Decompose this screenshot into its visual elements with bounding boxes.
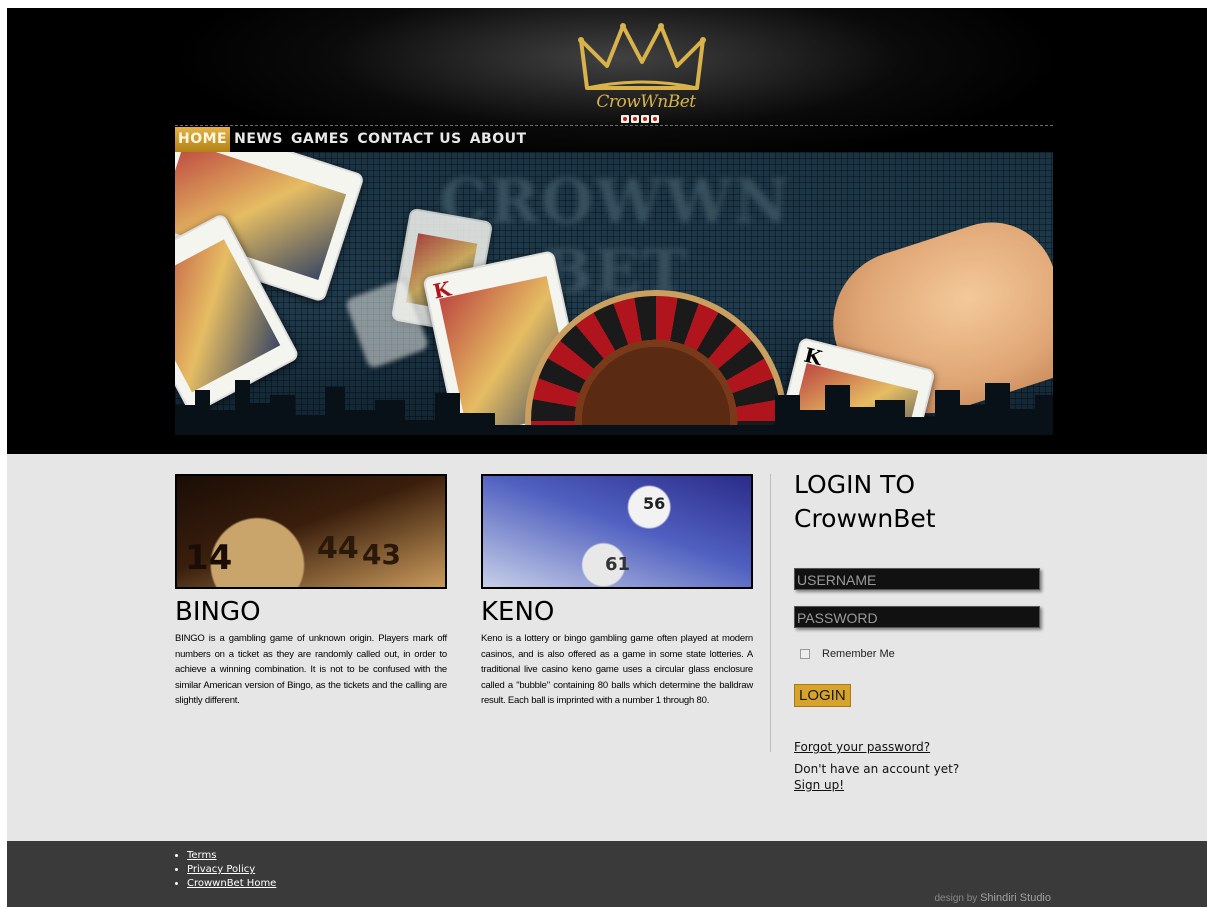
- login-title: LOGIN TO CrowwnBet: [794, 468, 1054, 536]
- dice-icon: [651, 115, 659, 123]
- column-divider: [770, 474, 771, 752]
- bingo-thumbnail-image[interactable]: 44 14 43: [175, 474, 447, 589]
- design-credit: design by Shindiri Studio: [934, 892, 1051, 904]
- main-content: 44 14 43 BINGO BINGO is a gambling game …: [7, 454, 1207, 841]
- nav-item-games[interactable]: GAMES: [287, 127, 353, 152]
- dice-icon: [631, 115, 639, 123]
- card-rank: K: [430, 276, 453, 304]
- thumb-number: 14: [185, 538, 233, 578]
- remember-me-row: Remember Me: [794, 648, 1054, 660]
- keno-thumbnail-image[interactable]: 56 61: [481, 474, 753, 589]
- terms-link[interactable]: Terms: [187, 850, 216, 861]
- credit-name[interactable]: Shindiri Studio: [980, 892, 1051, 904]
- privacy-policy-link[interactable]: Privacy Policy: [187, 864, 255, 875]
- city-skyline-image: [175, 380, 1053, 435]
- nav-item-home[interactable]: HOME: [175, 127, 231, 152]
- home-link[interactable]: CrowwnBet Home: [187, 878, 276, 889]
- credit-prefix: design by: [934, 893, 978, 904]
- footer-link-item: Privacy Policy: [187, 863, 276, 877]
- logo-dice-icons: [621, 115, 659, 123]
- footer-links: Terms Privacy Policy CrowwnBet Home: [175, 849, 276, 891]
- thumb-number: 44: [317, 531, 359, 566]
- footer-link-item: Terms: [187, 849, 276, 863]
- dice-icon: [641, 115, 649, 123]
- forgot-password-link[interactable]: Forgot your password?: [794, 740, 930, 754]
- footer-link-item: CrowwnBet Home: [187, 877, 276, 891]
- login-title-line2: CrowwnBet: [794, 504, 936, 533]
- remember-me-label: Remember Me: [822, 648, 895, 660]
- nav-item-contact-us[interactable]: CONTACT US: [353, 127, 465, 152]
- thumb-number: 43: [362, 538, 401, 571]
- login-button[interactable]: LOGIN: [794, 684, 851, 707]
- game-card-keno: 56 61 KENO Keno is a lottery or bingo ga…: [481, 474, 753, 709]
- nav-item-about[interactable]: ABOUT: [466, 127, 531, 152]
- page: CrowWnBet HOME NEWS GAMES CONTACT US ABO…: [0, 0, 1207, 907]
- game-title[interactable]: BINGO: [175, 597, 447, 627]
- hero-banner: CROWWN BET J K K: [175, 152, 1053, 435]
- footer: Terms Privacy Policy CrowwnBet Home desi…: [7, 841, 1207, 907]
- username-field[interactable]: USERNAME: [794, 568, 1040, 590]
- remember-me-checkbox[interactable]: [800, 649, 810, 659]
- thumb-number: 61: [605, 554, 631, 575]
- login-title-line1: LOGIN TO: [794, 470, 916, 499]
- signup-link[interactable]: Sign up!: [794, 778, 844, 792]
- password-field[interactable]: PASSWORD: [794, 606, 1040, 628]
- nav-item-news[interactable]: NEWS: [230, 127, 287, 152]
- account-links: Forgot your password? Don't have an acco…: [794, 739, 1054, 793]
- game-description: BINGO is a gambling game of unknown orig…: [175, 633, 447, 706]
- logo-text: CrowWnBet: [596, 92, 696, 112]
- main-nav: HOME NEWS GAMES CONTACT US ABOUT: [175, 125, 1053, 154]
- game-card-bingo: 44 14 43 BINGO BINGO is a gambling game …: [175, 474, 447, 709]
- game-title[interactable]: KENO: [481, 597, 753, 627]
- login-panel: LOGIN TO CrowwnBet USERNAME PASSWORD Rem…: [794, 468, 1054, 793]
- dice-icon: [621, 115, 629, 123]
- no-account-text: Don't have an account yet?: [794, 762, 960, 776]
- game-description: Keno is a lottery or bingo gambling game…: [481, 633, 753, 706]
- thumb-number: 56: [643, 494, 666, 513]
